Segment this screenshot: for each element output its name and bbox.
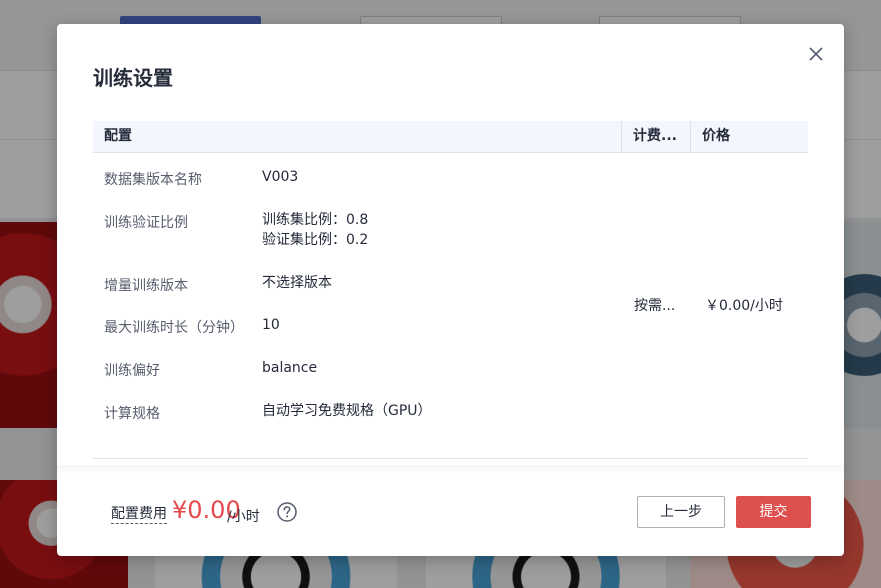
training-settings-dialog: 训练设置 配置 计费... 价格 数据集版本名称 V003 训练验证比例 训练集…: [57, 24, 844, 556]
value-line-val: 验证集比例：0.2: [262, 232, 369, 248]
row-value-incremental-version: 不选择版本: [262, 273, 332, 293]
question-circle-icon[interactable]: [276, 501, 298, 523]
price-cell: ￥0.00/小时: [705, 298, 783, 314]
config-fee-unit: /小时: [227, 509, 260, 525]
header-billing: 计费...: [622, 121, 691, 152]
value-line: 不选择版本: [262, 275, 332, 291]
config-fee-label: 配置费用: [111, 506, 167, 524]
row-label-dataset-version: 数据集版本名称: [104, 172, 202, 188]
footer-divider: [57, 465, 844, 475]
row-value-preference: balance: [262, 358, 317, 378]
row-label-incremental-version: 增量训练版本: [104, 278, 188, 294]
header-price: 价格: [702, 128, 730, 144]
row-label-split-ratio: 训练验证比例: [104, 215, 188, 231]
row-label-max-duration: 最大训练时长（分钟）: [104, 320, 244, 336]
dialog-title: 训练设置: [93, 66, 173, 90]
config-table: 配置 计费... 价格 数据集版本名称 V003 训练验证比例 训练集比例：0.…: [93, 121, 808, 459]
value-line: 自动学习免费规格（GPU）: [262, 403, 432, 419]
value-line: 10: [262, 317, 280, 333]
value-line-train: 训练集比例：0.8: [262, 212, 369, 228]
row-value-compute-spec: 自动学习免费规格（GPU）: [262, 401, 432, 421]
table-header: 配置 计费... 价格: [93, 121, 808, 153]
submit-button[interactable]: 提交: [736, 496, 811, 528]
value-line: balance: [262, 360, 318, 376]
row-label-preference: 训练偏好: [104, 363, 160, 379]
row-value-split-ratio: 训练集比例：0.8 验证集比例：0.2: [262, 210, 368, 250]
row-value-max-duration: 10: [262, 315, 280, 335]
header-config: 配置: [93, 121, 622, 152]
row-label-compute-spec: 计算规格: [104, 406, 160, 422]
value-line: V003: [262, 169, 299, 185]
table-body: 数据集版本名称 V003 训练验证比例 训练集比例：0.8 验证集比例：0.2 …: [93, 153, 808, 459]
billing-mode-cell: 按需...: [634, 298, 676, 314]
previous-step-button[interactable]: 上一步: [637, 496, 725, 528]
close-icon[interactable]: [806, 44, 826, 64]
row-value-dataset-version: V003: [262, 167, 298, 187]
